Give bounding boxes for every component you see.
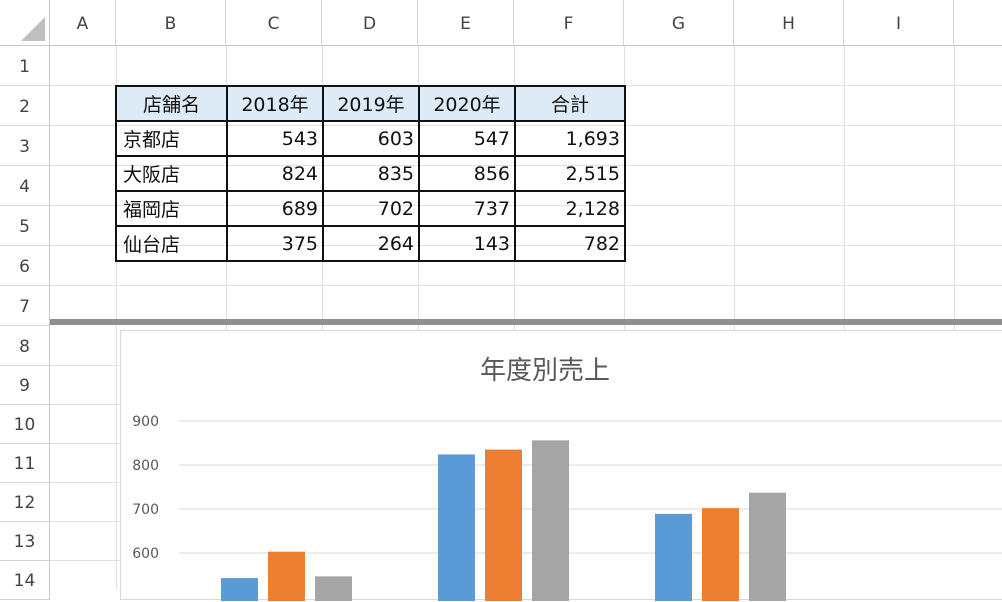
cell-value[interactable]: 835 xyxy=(322,155,420,192)
column-header-i[interactable]: I xyxy=(844,0,954,46)
freeze-pane-divider[interactable] xyxy=(50,319,1002,325)
bar-1-1[interactable] xyxy=(485,449,522,601)
bar-2-2[interactable] xyxy=(749,492,786,601)
column-header-e[interactable]: E xyxy=(418,0,514,46)
cell-store-name[interactable]: 大阪店 xyxy=(115,155,228,192)
table-header-row: 店舗名 2018年 2019年 2020年 合計 xyxy=(115,85,626,122)
select-all-triangle-icon xyxy=(21,17,45,41)
cell-value[interactable]: 547 xyxy=(418,120,516,157)
column-header-d[interactable]: D xyxy=(322,0,418,46)
cell-value[interactable]: 143 xyxy=(418,225,516,262)
sales-table: 店舗名 2018年 2019年 2020年 合計 京都店 543 603 547… xyxy=(115,85,626,262)
cell-total[interactable]: 2,515 xyxy=(514,155,626,192)
column-header-g[interactable]: G xyxy=(624,0,734,46)
cell-value[interactable]: 856 xyxy=(418,155,516,192)
cell-value[interactable]: 737 xyxy=(418,190,516,227)
row-header-11[interactable]: 11 xyxy=(0,444,50,483)
column-header-h[interactable]: H xyxy=(734,0,844,46)
cell-value[interactable]: 702 xyxy=(322,190,420,227)
spreadsheet-grid[interactable]: A B C D E F G H I 1 2 3 4 5 6 7 8 9 10 1… xyxy=(0,0,1002,601)
y-tick-label: 800 xyxy=(132,458,159,474)
bar-2-1[interactable] xyxy=(702,508,739,601)
row-header-4[interactable]: 4 xyxy=(0,166,50,206)
row-header-12[interactable]: 12 xyxy=(0,483,50,522)
column-header-j-partial[interactable] xyxy=(954,0,1002,46)
cell-value[interactable]: 375 xyxy=(226,225,324,262)
table-row: 福岡店 689 702 737 2,128 xyxy=(115,190,626,227)
cell-store-name[interactable]: 仙台店 xyxy=(115,225,228,262)
header-cell-2019[interactable]: 2019年 xyxy=(322,85,420,122)
column-header-a[interactable]: A xyxy=(50,0,116,46)
cell-value[interactable]: 689 xyxy=(226,190,324,227)
row-header-10[interactable]: 10 xyxy=(0,405,50,444)
bar-0-2[interactable] xyxy=(315,576,352,601)
cell-value[interactable]: 603 xyxy=(322,120,420,157)
bar-0-1[interactable] xyxy=(268,551,305,601)
row-header-9[interactable]: 9 xyxy=(0,366,50,405)
y-tick-label: 900 xyxy=(132,414,159,430)
table-row: 京都店 543 603 547 1,693 xyxy=(115,120,626,157)
select-all-corner[interactable] xyxy=(0,0,50,46)
y-tick-label: 700 xyxy=(132,502,159,518)
row-header-13[interactable]: 13 xyxy=(0,522,50,561)
y-tick-label: 600 xyxy=(132,546,159,562)
chart-title: 年度別売上 xyxy=(480,356,610,386)
cell-store-name[interactable]: 京都店 xyxy=(115,120,228,157)
header-cell-2020[interactable]: 2020年 xyxy=(418,85,516,122)
row-header-1[interactable]: 1 xyxy=(0,46,50,86)
row-header-8[interactable]: 8 xyxy=(0,326,50,366)
column-header-b[interactable]: B xyxy=(116,0,226,46)
row-header-3[interactable]: 3 xyxy=(0,126,50,166)
sales-chart[interactable]: 年度別売上 900 800 700 600 xyxy=(120,330,1002,601)
table-row: 仙台店 375 264 143 782 xyxy=(115,225,626,262)
header-cell-store[interactable]: 店舗名 xyxy=(115,85,228,122)
cell-total[interactable]: 782 xyxy=(514,225,626,262)
column-header-f[interactable]: F xyxy=(514,0,624,46)
cell-value[interactable]: 264 xyxy=(322,225,420,262)
row-header-6[interactable]: 6 xyxy=(0,246,50,286)
bar-1-2[interactable] xyxy=(532,440,569,601)
row-header-7[interactable]: 7 xyxy=(0,286,50,326)
bar-2-0[interactable] xyxy=(655,513,692,601)
bar-1-0[interactable] xyxy=(438,454,475,601)
cell-total[interactable]: 1,693 xyxy=(514,120,626,157)
chart-plot: 年度別売上 900 800 700 600 xyxy=(132,356,1002,601)
cell-value[interactable]: 824 xyxy=(226,155,324,192)
cell-total[interactable]: 2,128 xyxy=(514,190,626,227)
header-cell-2018[interactable]: 2018年 xyxy=(226,85,324,122)
table-row: 大阪店 824 835 856 2,515 xyxy=(115,155,626,192)
header-cell-total[interactable]: 合計 xyxy=(514,85,626,122)
cell-value[interactable]: 543 xyxy=(226,120,324,157)
gridline xyxy=(50,285,1002,286)
column-header-c[interactable]: C xyxy=(226,0,322,46)
row-header-5[interactable]: 5 xyxy=(0,206,50,246)
row-header-2[interactable]: 2 xyxy=(0,86,50,126)
row-header-14[interactable]: 14 xyxy=(0,561,50,600)
cell-store-name[interactable]: 福岡店 xyxy=(115,190,228,227)
